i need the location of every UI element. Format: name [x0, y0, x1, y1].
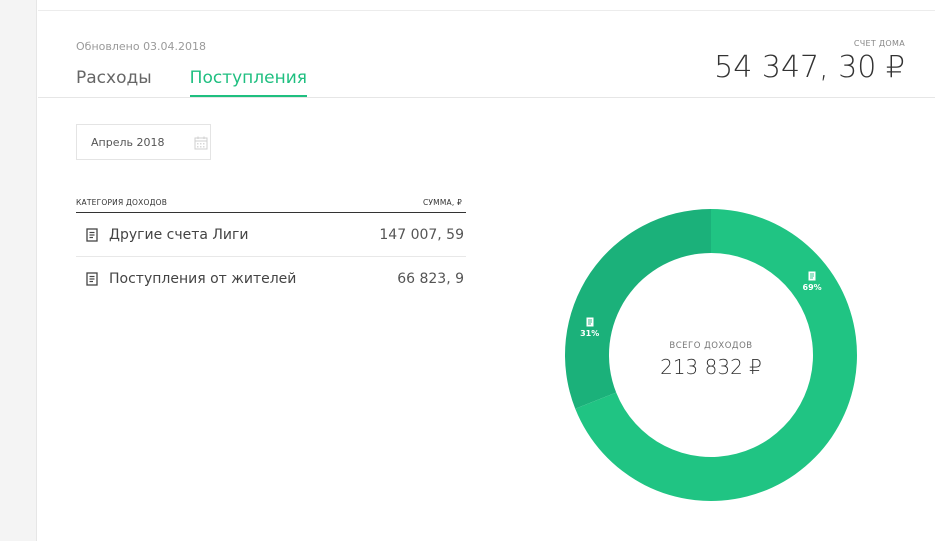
slice-label-large: 69% — [802, 271, 822, 292]
row-sum: 147 007, 59 — [379, 226, 464, 243]
document-icon — [808, 271, 816, 281]
row-name-cell: Поступления от жителей — [76, 271, 296, 287]
balance-label: СЧЕТ ДОМА — [853, 39, 905, 48]
chart-center-value: 213 832 ₽ — [660, 355, 762, 379]
slice-percent: 69% — [802, 283, 822, 293]
row-name: Другие счета Лиги — [109, 226, 249, 243]
left-sidebar — [0, 0, 37, 541]
income-donut-chart: ВСЕГО ДОХОДОВ 213 832 ₽ 31% 69% — [564, 208, 858, 502]
header-divider — [38, 97, 935, 98]
row-sum: 66 823, 9 — [397, 271, 464, 287]
income-table: КАТЕГОРИЯ ДОХОДОВ СУММА, ₽ Другие счета … — [76, 198, 466, 301]
chart-center-label: ВСЕГО ДОХОДОВ — [669, 341, 753, 351]
balance-value: 54 347, 30 ₽ — [714, 50, 905, 85]
document-icon — [86, 272, 98, 286]
column-header-category: КАТЕГОРИЯ ДОХОДОВ — [76, 198, 168, 207]
row-name-cell: Другие счета Лиги — [76, 227, 248, 243]
date-picker[interactable]: Апрель 2018 — [76, 124, 211, 160]
tabs: Расходы Поступления — [76, 68, 307, 97]
document-icon — [86, 227, 98, 242]
page: Обновлено 03.04.2018 Расходы Поступления… — [0, 0, 935, 541]
column-header-sum: СУММА, ₽ — [422, 198, 462, 207]
table-row[interactable]: Другие счета Лиги 147 007, 59 — [76, 213, 466, 257]
tab-income[interactable]: Поступления — [189, 68, 307, 97]
calendar-icon — [194, 135, 208, 150]
document-icon — [586, 317, 594, 327]
date-picker-value: Апрель 2018 — [91, 135, 165, 149]
slice-percent: 31% — [580, 329, 600, 339]
updated-date: Обновлено 03.04.2018 — [76, 40, 207, 53]
table-header: КАТЕГОРИЯ ДОХОДОВ СУММА, ₽ — [76, 198, 466, 213]
table-row[interactable]: Поступления от жителей 66 823, 9 — [76, 257, 466, 301]
slice-label-small: 31% — [580, 317, 600, 338]
row-name: Поступления от жителей — [109, 271, 297, 287]
tab-expenses[interactable]: Расходы — [76, 68, 152, 97]
